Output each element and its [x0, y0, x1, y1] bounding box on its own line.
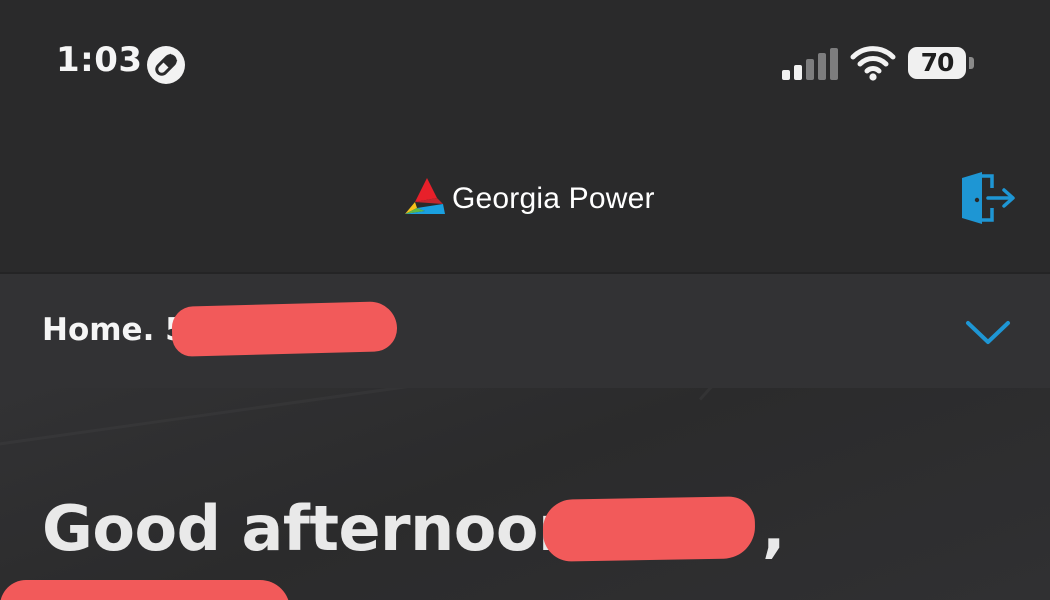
cellular-signal-icon — [782, 48, 838, 80]
sign-out-button[interactable] — [958, 170, 1020, 226]
sign-out-icon — [962, 172, 1015, 224]
chevron-down-icon[interactable] — [964, 318, 1012, 348]
georgia-power-logo-icon — [403, 178, 447, 216]
greeting-label: Good afternoon, — [42, 492, 605, 565]
background-streak — [0, 388, 851, 451]
redaction-mark — [0, 580, 290, 600]
hero-banner: Good afternoon, , — [0, 388, 1050, 600]
status-time: 1:03 — [56, 40, 143, 80]
redaction-mark — [542, 496, 756, 562]
pill-icon — [147, 46, 185, 84]
battery-percent: 70 — [920, 48, 955, 77]
redaction-mark — [171, 301, 398, 357]
app-header: Georgia Power — [0, 120, 1050, 270]
battery-indicator: 70 — [908, 47, 978, 81]
status-bar: 1:03 70 — [0, 0, 1050, 120]
greeting-trailing-comma: , — [762, 492, 786, 565]
brand-name: Georgia Power — [452, 182, 655, 215]
wifi-icon — [850, 44, 896, 82]
greeting-text: Good afternoon, , — [42, 492, 786, 565]
background-streak — [698, 388, 1050, 401]
account-selector[interactable]: Home. 5 — [0, 272, 1050, 388]
battery-nub — [969, 57, 974, 69]
account-label: Home. 5 — [42, 312, 187, 348]
